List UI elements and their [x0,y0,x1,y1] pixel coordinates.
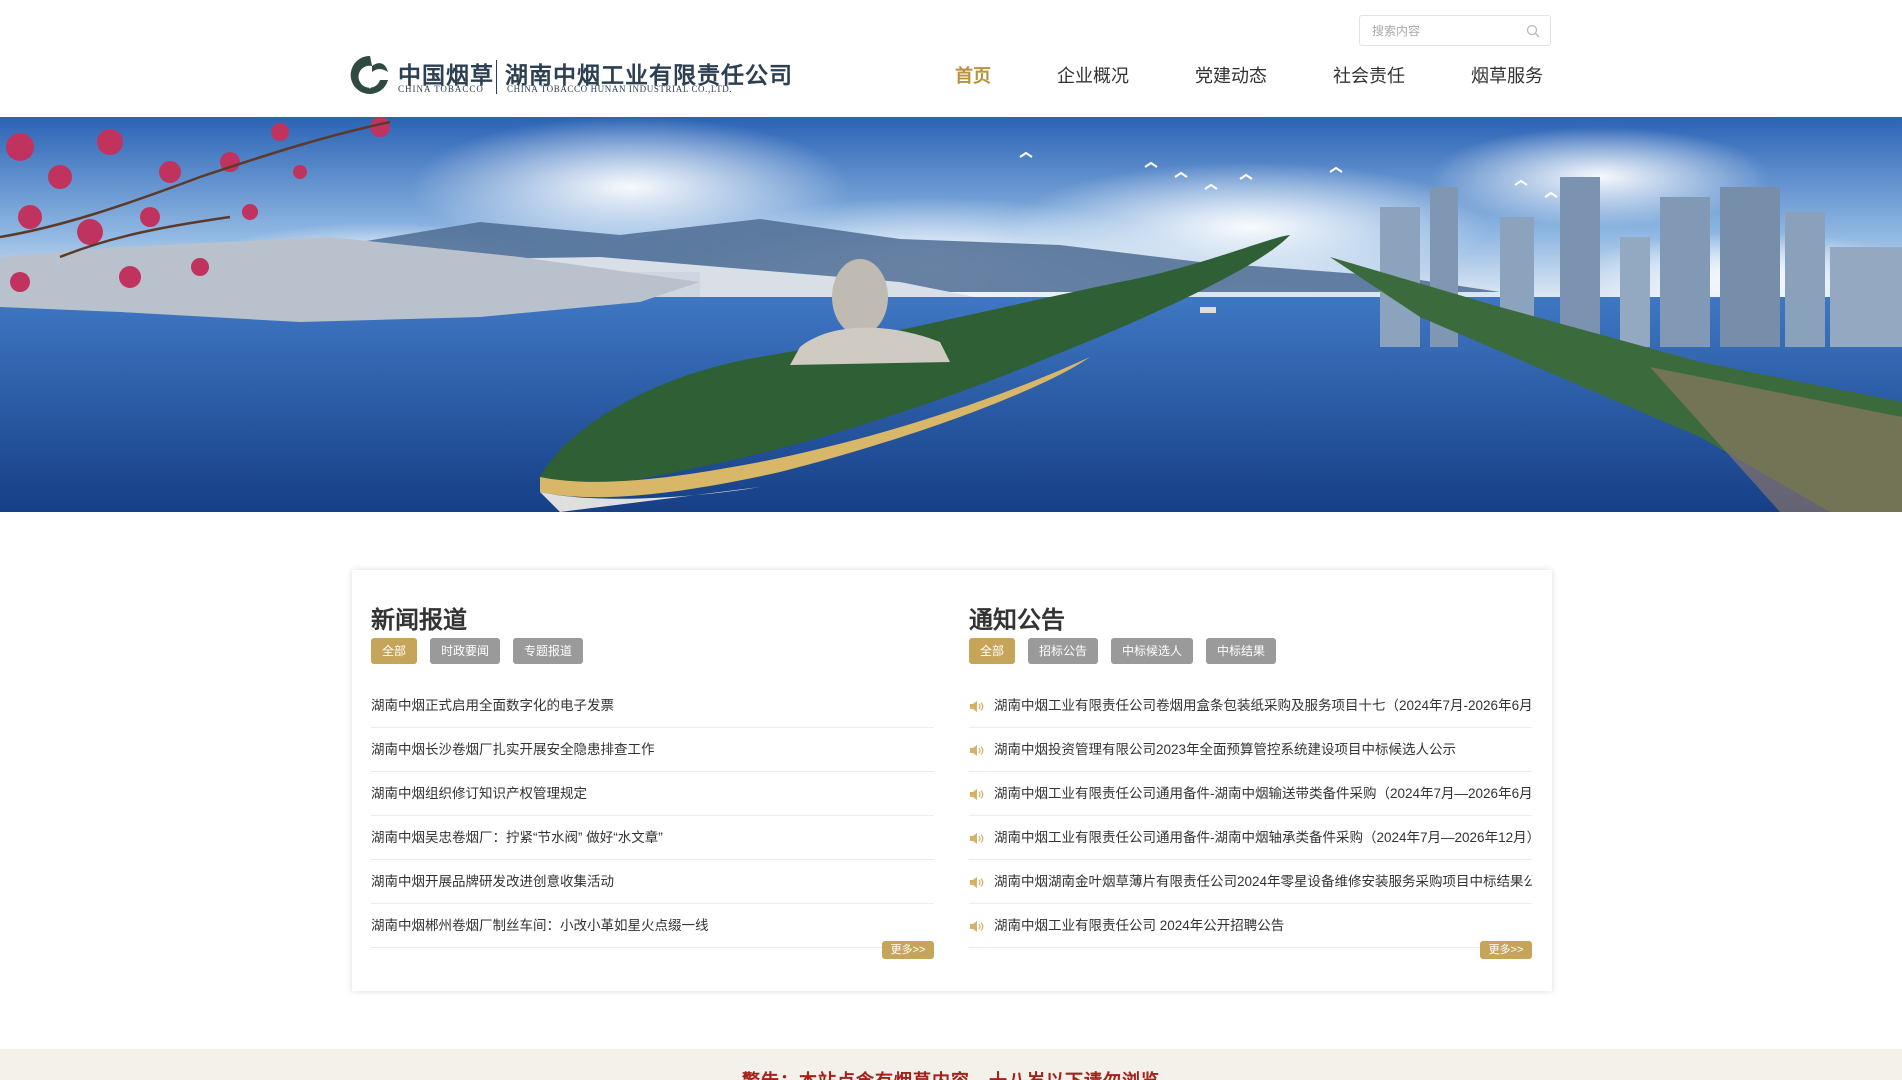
news-item[interactable]: 湖南中烟组织修订知识产权管理规定 [371,772,934,816]
news-item[interactable]: 湖南中烟正式启用全面数字化的电子发票 [371,684,934,728]
nav-item-home[interactable]: 首页 [955,62,991,88]
notice-title: 通知公告 [969,607,1065,634]
notice-tab-candidates[interactable]: 中标候选人 [1111,638,1194,664]
notice-item[interactable]: 湖南中烟湖南金叶烟草薄片有限责任公司2024年零星设备维修安装服务采购项目中标结… [969,860,1532,904]
notice-tab-bidding[interactable]: 招标公告 [1028,638,1099,664]
news-item[interactable]: 湖南中烟郴州卷烟厂制丝车间：小改小革如星火点缀一线 [371,904,934,948]
notice-item-text: 湖南中烟工业有限责任公司 2024年公开招聘公告 [994,918,1285,933]
search-input[interactable] [1372,22,1522,40]
news-tab-all[interactable]: 全部 [371,638,418,664]
nav-item-tobacco-services[interactable]: 烟草服务 [1471,62,1543,88]
notice-item-text: 湖南中烟工业有限责任公司卷烟用盒条包装纸采购及服务项目十七（2024年7月-20… [994,698,1532,713]
notice-item-text: 湖南中烟工业有限责任公司通用备件-湖南中烟输送带类备件采购（2024年7月—20… [994,786,1532,801]
news-list: 湖南中烟正式启用全面数字化的电子发票 湖南中烟长沙卷烟厂扎实开展安全隐患排查工作… [371,684,934,948]
news-notice-card: 新闻报道 全部 时政要闻 专题报道 湖南中烟正式启用全面数字化的电子发票 湖南中… [352,570,1552,991]
notice-tab-all[interactable]: 全部 [969,638,1016,664]
notice-more-button[interactable]: 更多>> [1480,941,1532,959]
notice-item[interactable]: 湖南中烟投资管理有限公司2023年全面预算管控系统建设项目中标候选人公示 [969,728,1532,772]
notice-list: 湖南中烟工业有限责任公司卷烟用盒条包装纸采购及服务项目十七（2024年7月-20… [969,684,1532,948]
speaker-icon [970,745,984,756]
nav-item-social-responsibility[interactable]: 社会责任 [1333,62,1405,88]
hero-banner [0,117,1902,512]
nav-item-party-building[interactable]: 党建动态 [1195,62,1267,88]
site-header: 中国烟草 CHINA TOBACCO 湖南中烟工业有限责任公司 CHINA TO… [0,0,1902,117]
notice-item[interactable]: 湖南中烟工业有限责任公司通用备件-湖南中烟输送带类备件采购（2024年7月—20… [969,772,1532,816]
speaker-icon [970,921,984,932]
news-title: 新闻报道 [371,607,467,634]
notice-item[interactable]: 湖南中烟工业有限责任公司 2024年公开招聘公告 [969,904,1532,948]
notice-item[interactable]: 湖南中烟工业有限责任公司卷烟用盒条包装纸采购及服务项目十七（2024年7月-20… [969,684,1532,728]
notice-tab-results[interactable]: 中标结果 [1206,638,1277,664]
china-tobacco-logo-icon [350,55,388,94]
notice-item-text: 湖南中烟湖南金叶烟草薄片有限责任公司2024年零星设备维修安装服务采购项目中标结… [994,874,1532,889]
site-logo[interactable]: 中国烟草 CHINA TOBACCO 湖南中烟工业有限责任公司 CHINA TO… [350,54,792,98]
news-tab-politics[interactable]: 时政要闻 [430,638,501,664]
news-item[interactable]: 湖南中烟长沙卷烟厂扎实开展安全隐患排查工作 [371,728,934,772]
speaker-icon [970,789,984,800]
speaker-icon [970,833,984,844]
news-tab-special[interactable]: 专题报道 [513,638,584,664]
notice-item[interactable]: 湖南中烟工业有限责任公司通用备件-湖南中烟轴承类备件采购（2024年7月—202… [969,816,1532,860]
nav-item-company-overview[interactable]: 企业概况 [1057,62,1129,88]
speaker-icon [970,701,984,712]
age-warning-text: 警告：本站点含有烟草内容，十八岁以下请勿浏览 [0,1067,1902,1080]
search-icon[interactable] [1526,24,1540,38]
logo-divider [496,60,497,94]
news-item[interactable]: 湖南中烟吴忠卷烟厂：拧紧“节水阀” 做好“水文章” [371,816,934,860]
news-item[interactable]: 湖南中烟开展品牌研发改进创意收集活动 [371,860,934,904]
news-more-button[interactable]: 更多>> [882,941,934,959]
notice-panel: 通知公告 全部 招标公告 中标候选人 中标结果 湖南中烟工业有限责任公司卷烟用盒… [969,570,1532,991]
news-panel: 新闻报道 全部 时政要闻 专题报道 湖南中烟正式启用全面数字化的电子发票 湖南中… [371,570,934,991]
age-warning-bar: 警告：本站点含有烟草内容，十八岁以下请勿浏览 [0,1049,1902,1080]
notice-item-text: 湖南中烟工业有限责任公司通用备件-湖南中烟轴承类备件采购（2024年7月—202… [994,830,1532,845]
logo-text-china-tobacco-en: CHINA TOBACCO [398,84,484,94]
notice-item-text: 湖南中烟投资管理有限公司2023年全面预算管控系统建设项目中标候选人公示 [994,742,1457,757]
logo-text-company-en: CHINA TOBACCO HUNAN INDUSTRIAL CO.,LTD. [507,84,733,94]
search-box[interactable] [1359,15,1551,46]
speaker-icon [970,877,984,888]
hero-banner-image [0,117,1902,512]
